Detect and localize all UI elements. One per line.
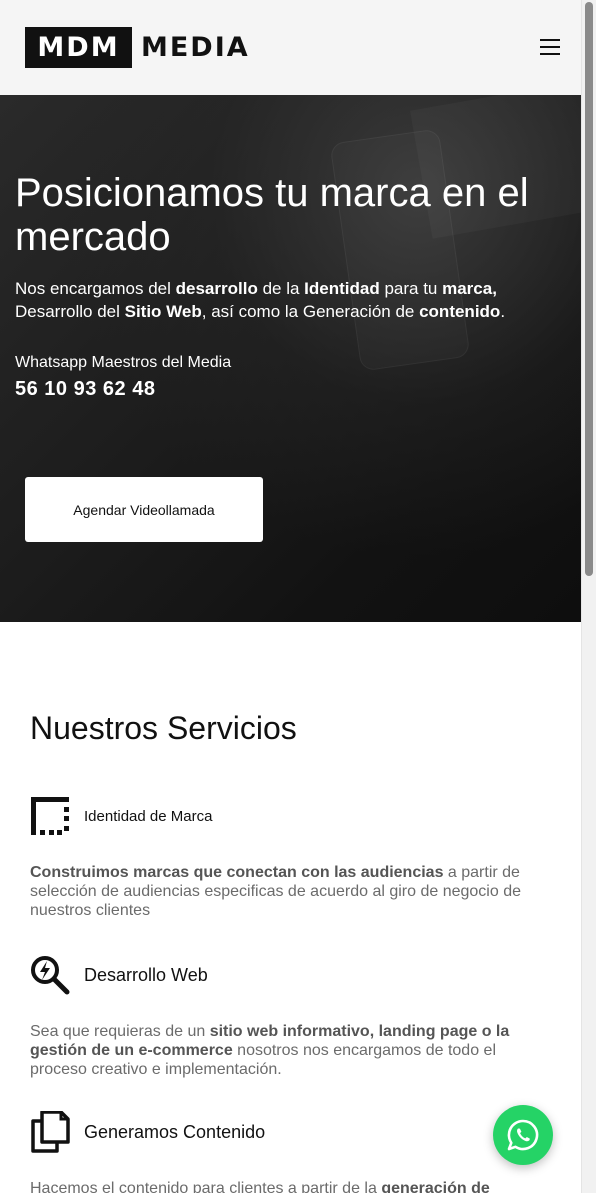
- service-description: Sea que requieras de un sitio web inform…: [30, 1023, 510, 1078]
- whatsapp-icon[interactable]: [493, 1105, 553, 1165]
- service-name: Identidad de Marca: [84, 807, 213, 825]
- service-item-brand-identity: Identidad de Marca Construimos marcas qu…: [30, 796, 555, 920]
- copy-files-icon: [30, 1111, 70, 1153]
- border-style-icon: [30, 796, 70, 836]
- search-bolt-icon: [30, 955, 70, 995]
- service-item-web-development: Desarrollo Web Sea que requieras de un s…: [30, 955, 555, 1079]
- hero-section: Posicionamos tu marca en el mercado Nos …: [0, 95, 581, 622]
- logo-text: MEDIA: [141, 32, 250, 63]
- service-description: Construimos marcas que conectan con las …: [30, 864, 521, 919]
- hero-title: Posicionamos tu marca en el mercado: [15, 171, 529, 259]
- logo-box: MDM: [25, 27, 132, 68]
- whatsapp-label: Whatsapp Maestros del Media: [15, 354, 232, 371]
- logo[interactable]: MDM MEDIA: [25, 27, 250, 68]
- service-name: Desarrollo Web: [84, 964, 208, 985]
- hero-description: Nos encargamos del desarrollo de la Iden…: [15, 279, 506, 321]
- scrollbar-thumb[interactable]: [585, 2, 593, 576]
- page: MDM MEDIA Posicionamos tu marca en el me…: [0, 0, 581, 1193]
- service-name: Generamos Contenido: [84, 1121, 266, 1142]
- scrollbar[interactable]: [581, 0, 596, 1193]
- service-description: Hacemos el contenido para clientes a par…: [30, 1180, 490, 1193]
- whatsapp-number[interactable]: 56 10 93 62 48: [15, 378, 155, 401]
- service-item-content: Generamos Contenido Hacemos el contenido…: [30, 1111, 555, 1193]
- site-header: MDM MEDIA: [0, 0, 581, 95]
- services-title: Nuestros Servicios: [30, 710, 297, 746]
- schedule-videocall-button[interactable]: Agendar Videollamada: [25, 477, 263, 542]
- hamburger-icon[interactable]: [540, 39, 562, 55]
